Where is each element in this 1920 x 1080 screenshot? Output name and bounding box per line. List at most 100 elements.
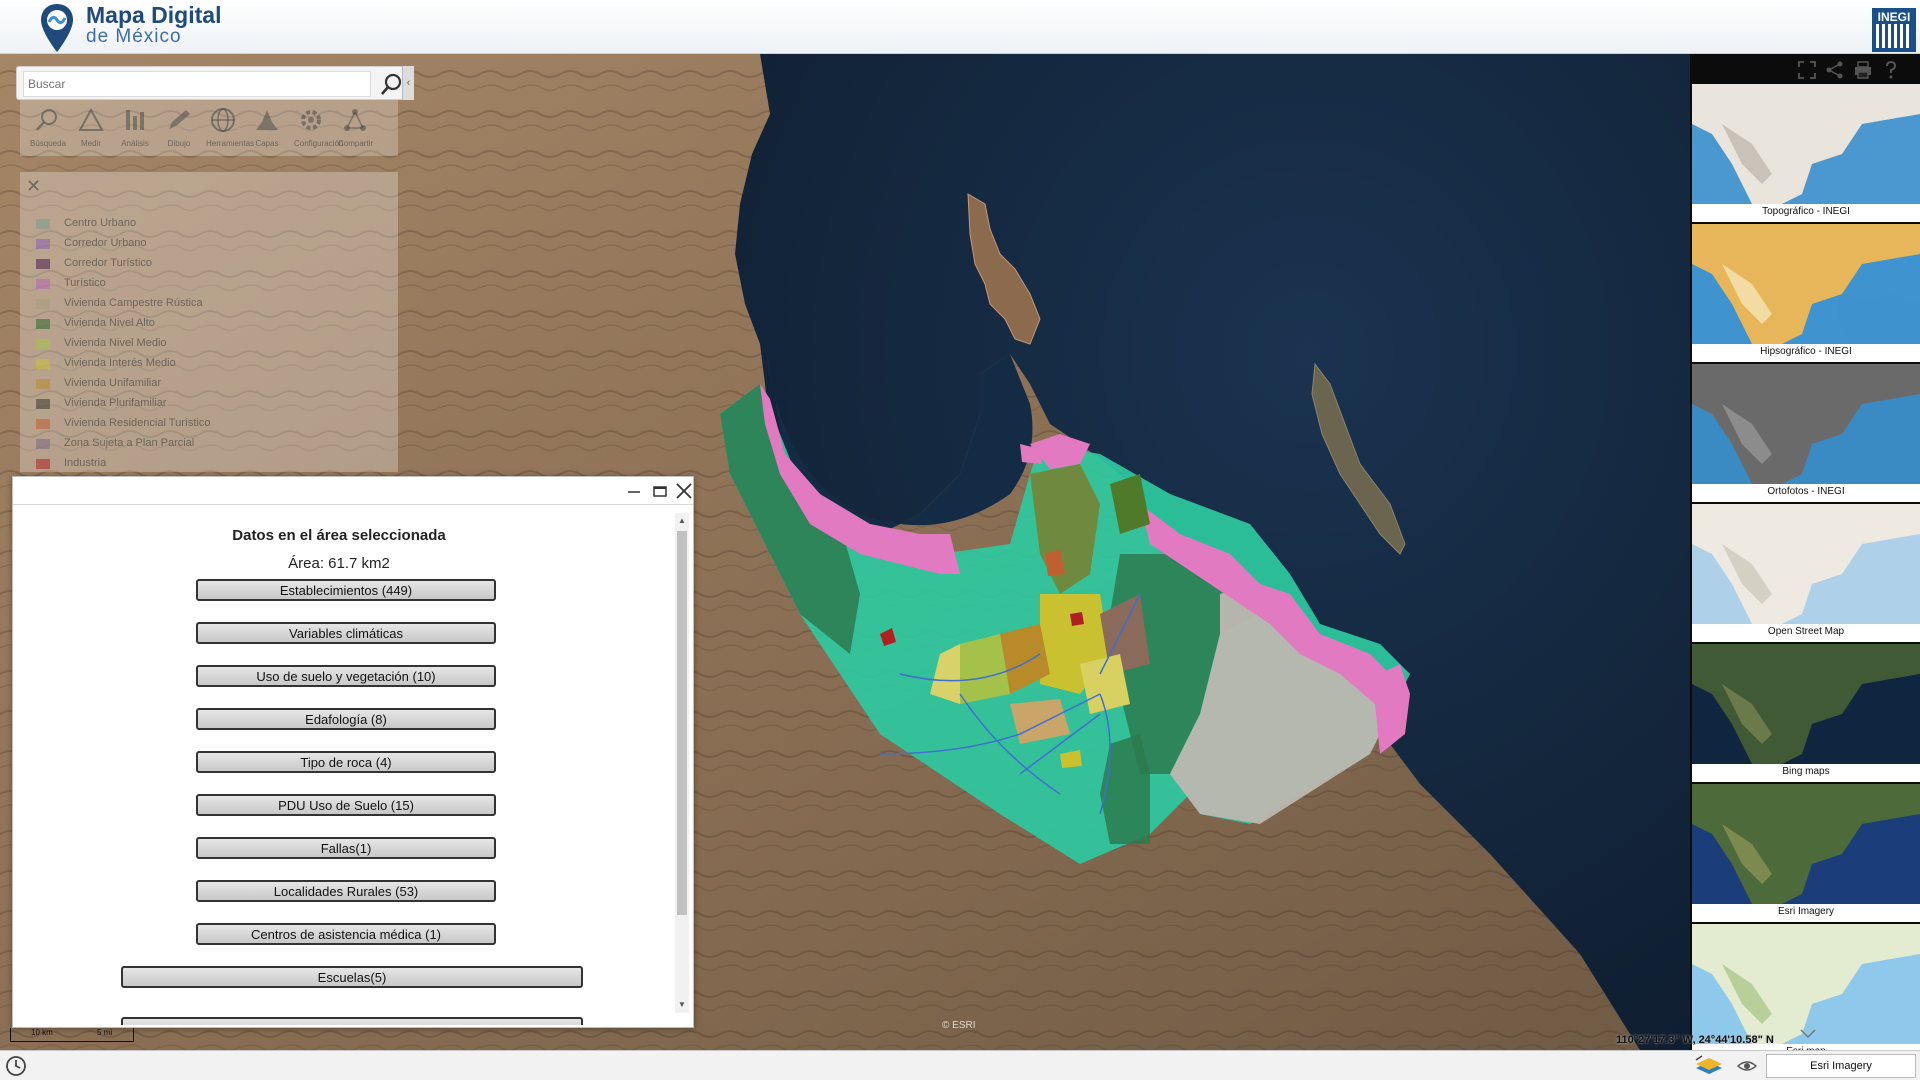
dialog-data-button[interactable]: Fallas(1)	[196, 837, 496, 859]
legend-label: Turístico	[64, 277, 106, 289]
legend-swatch	[36, 259, 50, 269]
basemap-thumbnail	[1692, 224, 1920, 344]
basemap-option[interactable]: Topográfico - INEGI	[1692, 84, 1920, 222]
legend-swatch	[36, 459, 50, 469]
search-collapse-handle[interactable]: ‹	[402, 66, 414, 100]
basemap-option[interactable]: Open Street Map	[1692, 504, 1920, 642]
minimize-icon[interactable]	[623, 480, 645, 502]
legend-panel: ✕ Centro Urbano Corredor Urbano Corredor T…	[20, 172, 398, 472]
basemap-option[interactable]: Esri Imagery	[1692, 784, 1920, 922]
legend-swatch	[36, 379, 50, 389]
dialog-data-button[interactable]: Variables climáticas	[196, 622, 496, 644]
dialog-data-button[interactable]: Centros de asistencia médica (1)	[196, 923, 496, 945]
header: Mapa Digital de México INEGI	[0, 0, 1920, 54]
legend-label: Vivienda Campestre Rústica	[64, 297, 203, 309]
search-input[interactable]	[23, 71, 371, 97]
layers-icon[interactable]	[1694, 1054, 1724, 1078]
fullscreen-icon[interactable]	[1796, 59, 1818, 81]
map-toolbar: Búsqueda Medir Análisis Dibujo Herramien…	[20, 100, 398, 156]
legend-swatch	[36, 299, 50, 309]
inegi-logo-text: INEGI	[1877, 10, 1911, 24]
legend-label: Industria	[64, 457, 107, 469]
clock-icon[interactable]	[4, 1054, 28, 1078]
print-icon[interactable]	[1852, 59, 1874, 81]
basemap-option[interactable]: Ortofotos - INEGI	[1692, 364, 1920, 502]
basemap-thumbnail	[1692, 364, 1920, 484]
dialog-scrollbar[interactable]: ▲ ▼	[675, 513, 689, 1013]
inegi-logo[interactable]: INEGI	[1872, 8, 1916, 52]
toolbar-item-tools[interactable]: Herramientas	[206, 106, 255, 150]
legend-label: Vivienda Interés Medio	[64, 357, 176, 369]
legend-label: Vivienda Nivel Medio	[64, 337, 167, 349]
scrollbar-thumb[interactable]	[677, 531, 687, 915]
legend-label: Corredor Turístico	[64, 257, 153, 269]
maximize-icon[interactable]	[649, 480, 671, 502]
scroll-down-icon[interactable]: ▼	[676, 999, 688, 1011]
legend-swatch	[36, 399, 50, 409]
legend-label: Vivienda Unifamiliar	[64, 377, 162, 389]
legend-swatch	[36, 439, 50, 449]
dialog-data-button[interactable]: Escuelas(5)	[121, 966, 583, 988]
basemap-label: Bing maps	[1782, 766, 1830, 777]
map-pin-logo-icon	[41, 4, 73, 52]
basemap-option[interactable]: Hipsográfico - INEGI	[1692, 224, 1920, 362]
basemap-thumbnail	[1692, 504, 1920, 624]
toolbar-item-label: Configuración	[294, 139, 344, 148]
dialog-data-button[interactable]: Establecimientos (449)	[196, 579, 496, 601]
toolbar-item-analysis[interactable]: Análisis	[118, 106, 152, 150]
toolbar-item-layers[interactable]: Capas	[250, 106, 284, 150]
search-bar	[16, 66, 412, 100]
toolbar-item-label: Compartir	[338, 139, 374, 148]
chevron-down-icon[interactable]	[1798, 1026, 1818, 1042]
dialog-data-button[interactable]: Localidades Rurales (53)	[196, 880, 496, 902]
basemap-thumbnail	[1692, 784, 1920, 904]
legend-label: Centro Urbano	[64, 217, 137, 229]
current-basemap-select[interactable]: Esri Imagery	[1766, 1054, 1916, 1078]
toolbar-item-label: Búsqueda	[30, 139, 67, 148]
legend-swatch	[36, 339, 50, 349]
dialog-titlebar[interactable]	[13, 477, 693, 505]
dialog-data-button[interactable]: Edafología (8)	[196, 708, 496, 730]
scale-label-km: 10 km	[31, 1028, 53, 1037]
basemap-label: Hipsográfico - INEGI	[1760, 346, 1852, 357]
basemap-label: Open Street Map	[1767, 626, 1845, 637]
legend-close-icon[interactable]: ✕	[26, 176, 48, 196]
globe-icon	[211, 108, 235, 132]
eye-icon[interactable]	[1736, 1056, 1758, 1076]
measure-icon	[78, 107, 104, 131]
panel-toolbar	[1690, 54, 1920, 84]
scroll-up-icon[interactable]: ▲	[676, 515, 688, 527]
dialog-data-button-cutoff[interactable]	[121, 1017, 583, 1025]
dialog-data-button[interactable]: PDU Uso de Suelo (15)	[196, 794, 496, 816]
inegi-logo-bars-icon	[1876, 24, 1912, 48]
basemap-option[interactable]: Bing maps	[1692, 644, 1920, 782]
legend-label: Vivienda Residencial Turístico	[64, 417, 211, 429]
toolbar-item-search[interactable]: Búsqueda	[30, 106, 67, 150]
basemap-thumbnail	[1692, 84, 1920, 204]
brand-title: Mapa Digital	[86, 2, 222, 28]
share-icon[interactable]	[1824, 59, 1846, 81]
toolbar-item-label: Herramientas	[206, 139, 255, 148]
toolbar-item-measure[interactable]: Medir	[74, 106, 108, 150]
legend-swatch	[36, 239, 50, 249]
toolbar-item-share[interactable]: Compartir	[338, 106, 374, 150]
toolbar-item-label: Dibujo	[167, 139, 191, 148]
selected-area-dialog: Datos en el área seleccionada Área: 61.7…	[12, 476, 694, 1028]
basemap-thumbnail	[1692, 644, 1920, 764]
map-attribution: © ESRI	[942, 1020, 976, 1031]
scale-label-mi: 5 mi	[97, 1028, 113, 1037]
legend-label: Zona Sujeta a Plan Parcial	[64, 437, 195, 449]
urban-block[interactable]	[1070, 612, 1084, 626]
bottom-bar: Esri Imagery	[0, 1050, 1920, 1080]
dialog-data-button[interactable]: Uso de suelo y vegetación (10)	[196, 665, 496, 687]
help-icon[interactable]	[1880, 59, 1902, 81]
coordinate-readout: 110°27'17.3" W, 24°44'10.58" N	[1616, 1034, 1774, 1046]
brand-subtitle: de México	[86, 26, 182, 47]
legend-label: Vivienda Nivel Alto	[64, 317, 155, 329]
layers-tool-icon	[256, 110, 278, 130]
draw-icon	[169, 110, 190, 129]
toolbar-item-settings[interactable]: Configuración	[294, 106, 344, 150]
toolbar-item-draw[interactable]: Dibujo	[162, 106, 196, 150]
dialog-data-button[interactable]: Tipo de roca (4)	[196, 751, 496, 773]
close-icon[interactable]	[673, 480, 695, 502]
